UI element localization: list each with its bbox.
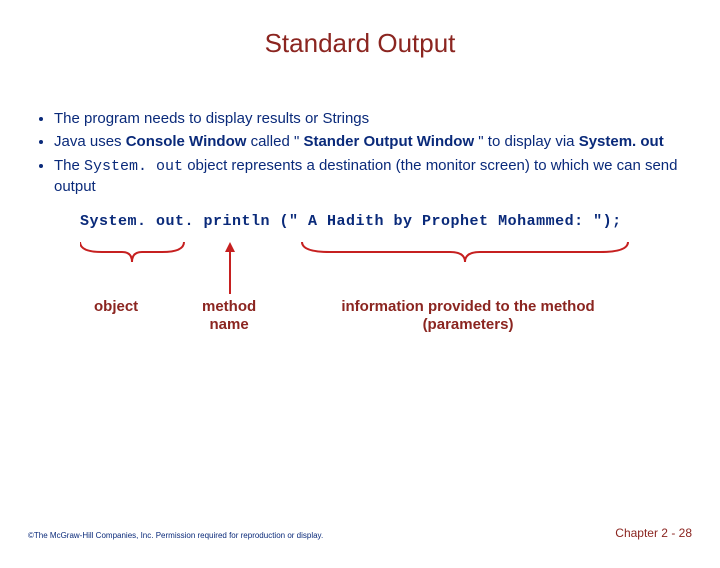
bullet-item: Java uses Console Window called " Stande…: [54, 132, 692, 152]
bullet-item: The program needs to display results or …: [54, 109, 692, 129]
bullet-list: The program needs to display results or …: [28, 109, 692, 197]
text: Java uses: [54, 133, 126, 150]
text-bold: System. out: [579, 133, 664, 150]
text-bold: Stander Output Window: [303, 133, 474, 150]
annotation-label-method: method name: [202, 298, 256, 334]
page-number: Chapter 2 - 28: [615, 526, 692, 540]
text: called ": [246, 133, 303, 150]
code-sample: System. out. println (" A Hadith by Prop…: [80, 213, 720, 230]
annotation-label-parameters: information provided to the method (para…: [318, 298, 618, 334]
copyright-text: ©The McGraw-Hill Companies, Inc. Permiss…: [28, 531, 323, 540]
text: The: [54, 157, 84, 174]
annotation-diagram: object method name information provided …: [80, 236, 720, 366]
annotation-label-object: object: [94, 298, 138, 316]
slide-footer: ©The McGraw-Hill Companies, Inc. Permiss…: [28, 526, 692, 540]
text-bold: Console Window: [126, 133, 247, 150]
text-mono: System. out: [84, 158, 183, 175]
slide-title: Standard Output: [0, 28, 720, 59]
text: " to display via: [474, 133, 579, 150]
bullet-item: The System. out object represents a dest…: [54, 156, 692, 198]
